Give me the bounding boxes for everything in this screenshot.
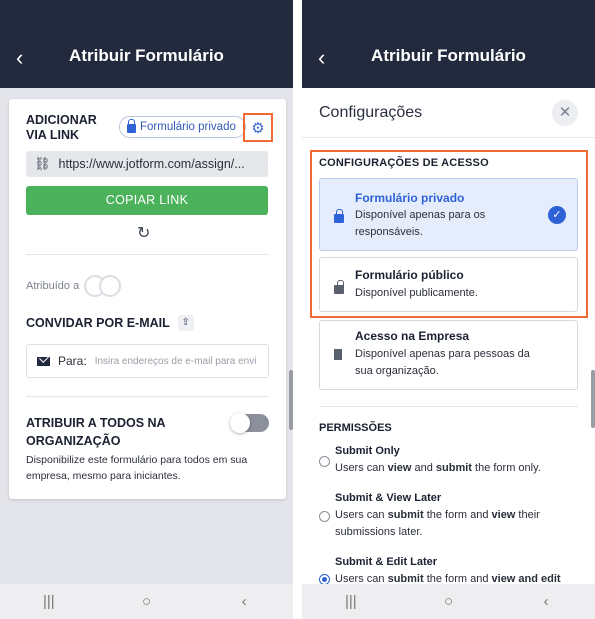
divider (26, 396, 269, 397)
permission-option[interactable]: Submit Only Users can view and submit th… (319, 445, 579, 485)
home-icon[interactable]: ○ (126, 593, 166, 610)
email-input[interactable]: Para: Insira endereços de e-mail para en… (26, 344, 269, 378)
access-option-private[interactable]: Formulário privado Disponível apenas par… (319, 178, 578, 251)
email-placeholder: Insira endereços de e-mail para envi (94, 355, 257, 367)
unlock-icon (334, 280, 344, 294)
left-screen: ‹ Atribuir Formulário ADICIONAR VIA LINK… (0, 0, 293, 619)
private-form-badge-label: Formulário privado (140, 121, 236, 133)
access-option-desc: Disponível apenas para os responsáveis. (355, 209, 486, 238)
divider (319, 406, 578, 407)
screen-separator (293, 0, 302, 619)
permission-title: Submit & Edit Later (335, 556, 438, 568)
assign-card: ADICIONAR VIA LINK Formulário privado ⚙ … (9, 99, 286, 499)
permission-desc: Users can view and submit the form only. (335, 462, 541, 474)
android-nav-bar: ||| ○ ‹ (0, 584, 293, 619)
lock-icon (334, 209, 344, 223)
divider (302, 137, 595, 138)
radio-button[interactable] (319, 456, 330, 467)
copy-link-button[interactable]: COPIAR LINK (26, 186, 268, 215)
permissions-heading: PERMISSÕES (319, 422, 392, 434)
app-header: ‹ Atribuir Formulário (0, 0, 293, 88)
link-icon: ⛓ (34, 156, 51, 171)
invite-email-row: CONVIDAR POR E-MAIL ⇪ (26, 315, 194, 331)
access-option-title: Acesso na Empresa (355, 329, 470, 343)
access-option-desc: Disponível publicamente. (355, 287, 478, 299)
close-button[interactable]: ✕ (552, 100, 578, 126)
access-option-desc: Disponível apenas para pessoas da sua or… (355, 348, 530, 377)
page-title: Atribuir Formulário (371, 46, 526, 65)
nav-back-icon[interactable]: ‹ (526, 593, 566, 610)
radio-button[interactable] (319, 511, 330, 522)
email-to-label: Para: (58, 354, 87, 368)
recent-apps-icon[interactable]: ||| (331, 593, 371, 610)
gear-icon: ⚙ (251, 119, 265, 137)
app-header: ‹ Atribuir Formulário (302, 0, 595, 88)
recent-apps-icon[interactable]: ||| (29, 593, 69, 610)
settings-title: Configurações (319, 104, 423, 121)
divider (26, 254, 269, 255)
add-via-link-label: ADICIONAR VIA LINK (26, 113, 97, 142)
permission-option[interactable]: Submit & View Later Users can submit the… (319, 492, 579, 547)
refresh-icon[interactable]: ↻ (137, 223, 150, 243)
building-icon (334, 349, 342, 360)
settings-button[interactable]: ⚙ (243, 113, 273, 142)
android-nav-bar: ||| ○ ‹ (302, 584, 595, 619)
access-option-title: Formulário privado (355, 191, 465, 205)
permission-desc: Users can submit the form and view their… (335, 509, 540, 538)
home-icon[interactable]: ○ (428, 593, 468, 610)
assignee-avatars[interactable] (84, 275, 124, 297)
access-option-company[interactable]: Acesso na Empresa Disponível apenas para… (319, 320, 578, 390)
close-icon: ✕ (558, 104, 572, 121)
checkmark-icon: ✓ (548, 206, 566, 224)
access-settings-heading: CONFIGURAÇÕES DE ACESSO (319, 157, 489, 169)
lock-icon (127, 119, 136, 133)
permission-title: Submit Only (335, 445, 400, 457)
assigned-to-label: Atribuído a (26, 280, 80, 292)
right-screen: ‹ Atribuir Formulário Configurações ✕ CO… (302, 0, 595, 619)
mail-icon (37, 356, 50, 366)
upload-icon[interactable]: ⇪ (177, 315, 194, 331)
scrollbar[interactable] (591, 370, 595, 428)
invite-email-label: CONVIDAR POR E-MAIL (26, 316, 170, 330)
avatar (99, 275, 122, 297)
assigned-to-row: Atribuído a (26, 275, 124, 297)
assign-all-toggle[interactable] (230, 413, 269, 433)
link-field[interactable]: ⛓ https://www.jotform.com/assign/... (26, 151, 268, 177)
assign-all-title: ATRIBUIR A TODOS NA ORGANIZAÇÃO (26, 416, 166, 448)
nav-back-icon[interactable]: ‹ (224, 593, 264, 610)
permission-title: Submit & View Later (335, 492, 442, 504)
assign-all-description: Disponibilize este formulário para todos… (26, 454, 248, 482)
page-title: Atribuir Formulário (69, 46, 224, 65)
settings-panel: Configurações ✕ CONFIGURAÇÕES DE ACESSO … (302, 88, 595, 602)
link-url: https://www.jotform.com/assign/... (58, 157, 245, 171)
access-option-title: Formulário público (355, 268, 464, 282)
private-form-badge[interactable]: Formulário privado (119, 116, 246, 138)
access-option-public[interactable]: Formulário público Disponível publicamen… (319, 257, 578, 312)
